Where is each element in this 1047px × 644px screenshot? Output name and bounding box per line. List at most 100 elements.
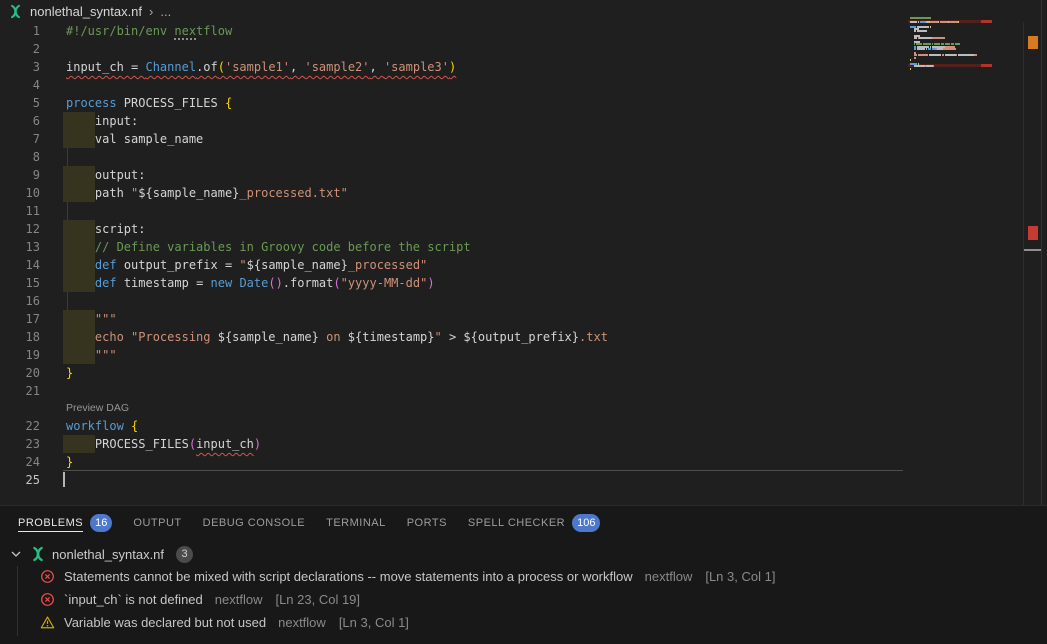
problem-message: Variable was declared but not used bbox=[64, 615, 266, 630]
tree-indent-guide bbox=[17, 566, 18, 636]
code-line-23[interactable]: 23 PROCESS_FILES(input_ch) bbox=[0, 435, 908, 453]
codelens-preview-dag[interactable]: Preview DAG bbox=[0, 400, 908, 417]
problem-row[interactable]: Statements cannot be mixed with script d… bbox=[0, 565, 1047, 588]
panel-tabs: PROBLEMS16 OUTPUT DEBUG CONSOLE TERMINAL POR… bbox=[0, 506, 1047, 540]
cursor bbox=[63, 472, 65, 487]
code-line-14[interactable]: 14 def output_prefix = "${sample_name}_p… bbox=[0, 256, 908, 274]
code-line-15[interactable]: 15 def timestamp = new Date().format("yy… bbox=[0, 274, 908, 292]
line-content: #!/usr/bin/env nextflow bbox=[66, 22, 232, 40]
code-line-20[interactable]: 20} bbox=[0, 364, 908, 382]
breadcrumb-separator-icon: › bbox=[149, 4, 153, 19]
line-number: 18 bbox=[0, 328, 40, 346]
problem-message: `input_ch` is not defined bbox=[64, 592, 203, 607]
code-line-24[interactable]: 24} bbox=[0, 453, 908, 471]
overview-ruler-error-marker[interactable] bbox=[1028, 226, 1038, 240]
tab-spell-checker[interactable]: SPELL CHECKER 106 bbox=[468, 506, 601, 540]
line-content: output: bbox=[66, 166, 145, 184]
line-number: 13 bbox=[0, 238, 40, 256]
line-content: def timestamp = new Date().format("yyyy-… bbox=[66, 274, 435, 292]
line-number: 2 bbox=[0, 40, 40, 58]
code-line-10[interactable]: 10 path "${sample_name}_processed.txt" bbox=[0, 184, 908, 202]
editor-lines[interactable]: 1 #!/usr/bin/env nextflow 23 input_ch = Cha… bbox=[0, 22, 908, 489]
error-icon bbox=[40, 569, 55, 584]
overview-ruler-cursor-marker bbox=[1024, 249, 1041, 251]
line-number: 15 bbox=[0, 274, 40, 292]
code-line-11[interactable]: 11 bbox=[0, 202, 908, 220]
problem-row[interactable]: `input_ch` is not definednextflow[Ln 23,… bbox=[0, 588, 1047, 611]
line-number: 20 bbox=[0, 364, 40, 382]
problem-source: nextflow bbox=[645, 569, 693, 584]
line-number: 3 bbox=[0, 58, 40, 76]
vscode-window: nonlethal_syntax.nf › ... 1 #!/usr/bin/en… bbox=[0, 0, 1047, 644]
tab-debug-console[interactable]: DEBUG CONSOLE bbox=[203, 506, 305, 540]
code-line-9[interactable]: 9 output: bbox=[0, 166, 908, 184]
line-number: 19 bbox=[0, 346, 40, 364]
breadcrumb-file[interactable]: nonlethal_syntax.nf bbox=[30, 4, 142, 19]
code-line-6[interactable]: 6 input: bbox=[0, 112, 908, 130]
code-line-22[interactable]: 22workflow { bbox=[0, 417, 908, 435]
code-line-18[interactable]: 18 echo "Processing ${sample_name} on ${… bbox=[0, 328, 908, 346]
nextflow-file-icon bbox=[30, 546, 46, 562]
code-line-7[interactable]: 7 val sample_name bbox=[0, 130, 908, 148]
minimap[interactable] bbox=[908, 17, 992, 81]
tab-label: DEBUG CONSOLE bbox=[203, 507, 305, 539]
problem-message: Statements cannot be mixed with script d… bbox=[64, 569, 633, 584]
line-number: 6 bbox=[0, 112, 40, 130]
line-number: 8 bbox=[0, 148, 40, 166]
collapse-chevron-icon[interactable] bbox=[8, 546, 24, 562]
code-line-17[interactable]: 17 """ bbox=[0, 310, 908, 328]
problems-list: Statements cannot be mixed with script d… bbox=[0, 565, 1047, 634]
current-line-border bbox=[63, 470, 903, 471]
code-line-2[interactable]: 2 bbox=[0, 40, 908, 58]
line-number: 17 bbox=[0, 310, 40, 328]
problem-row[interactable]: Variable was declared but not used nextfl… bbox=[0, 611, 1047, 634]
line-content: process PROCESS_FILES { bbox=[66, 94, 232, 112]
line-number: 9 bbox=[0, 166, 40, 184]
code-line-25[interactable]: 25 bbox=[0, 471, 908, 489]
nextflow-file-icon bbox=[8, 4, 23, 19]
problem-source: nextflow bbox=[215, 592, 263, 607]
line-content: input_ch = Channel.of('sample1', 'sample… bbox=[66, 58, 456, 76]
code-line-21[interactable]: 21 bbox=[0, 382, 908, 400]
code-line-12[interactable]: 12 script: bbox=[0, 220, 908, 238]
problems-file-header[interactable]: nonlethal_syntax.nf 3 bbox=[0, 543, 1047, 565]
code-line-8[interactable]: 8 bbox=[0, 148, 908, 166]
line-content: path "${sample_name}_processed.txt" bbox=[66, 184, 348, 202]
code-line-19[interactable]: 19 """ bbox=[0, 346, 908, 364]
tab-output[interactable]: OUTPUT bbox=[133, 506, 181, 540]
line-content: script: bbox=[66, 220, 145, 238]
problem-source: nextflow bbox=[278, 615, 326, 630]
line-content: PROCESS_FILES(input_ch) bbox=[66, 435, 261, 453]
breadcrumb: nonlethal_syntax.nf › ... bbox=[0, 0, 1047, 22]
line-content: } bbox=[66, 453, 73, 471]
problem-location: [Ln 3, Col 1] bbox=[339, 615, 409, 630]
code-line-13[interactable]: 13 // Define variables in Groovy code be… bbox=[0, 238, 908, 256]
code-line-4[interactable]: 4 bbox=[0, 76, 908, 94]
line-number: 1 bbox=[0, 22, 40, 40]
line-number: 24 bbox=[0, 453, 40, 471]
tab-label: PROBLEMS bbox=[18, 507, 83, 539]
tab-terminal[interactable]: TERMINAL bbox=[326, 506, 386, 540]
tab-ports[interactable]: PORTS bbox=[407, 506, 447, 540]
tab-badge: 106 bbox=[572, 514, 600, 532]
line-number: 21 bbox=[0, 382, 40, 400]
line-number: 12 bbox=[0, 220, 40, 238]
code-line-5[interactable]: 5 process PROCESS_FILES { bbox=[0, 94, 908, 112]
code-line-3[interactable]: 3 input_ch = Channel.of('sample1', 'sampl… bbox=[0, 58, 908, 76]
problem-count-badge: 3 bbox=[176, 546, 193, 563]
overview-ruler-warning-marker[interactable] bbox=[1028, 36, 1038, 49]
tab-label: SPELL CHECKER bbox=[468, 507, 565, 539]
line-content: echo "Processing ${sample_name} on ${tim… bbox=[66, 328, 608, 346]
line-number: 5 bbox=[0, 94, 40, 112]
line-number: 16 bbox=[0, 292, 40, 310]
code-line-16[interactable]: 16 bbox=[0, 292, 908, 310]
bottom-panel: PROBLEMS16 OUTPUT DEBUG CONSOLE TERMINAL POR… bbox=[0, 505, 1047, 644]
warning-icon bbox=[40, 615, 55, 630]
line-number: 23 bbox=[0, 435, 40, 453]
line-number: 14 bbox=[0, 256, 40, 274]
tab-problems[interactable]: PROBLEMS16 bbox=[18, 506, 112, 540]
code-line-1[interactable]: 1 #!/usr/bin/env nextflow bbox=[0, 22, 908, 40]
breadcrumb-ellipsis[interactable]: ... bbox=[160, 4, 171, 19]
line-number: 7 bbox=[0, 130, 40, 148]
line-number: 22 bbox=[0, 417, 40, 435]
